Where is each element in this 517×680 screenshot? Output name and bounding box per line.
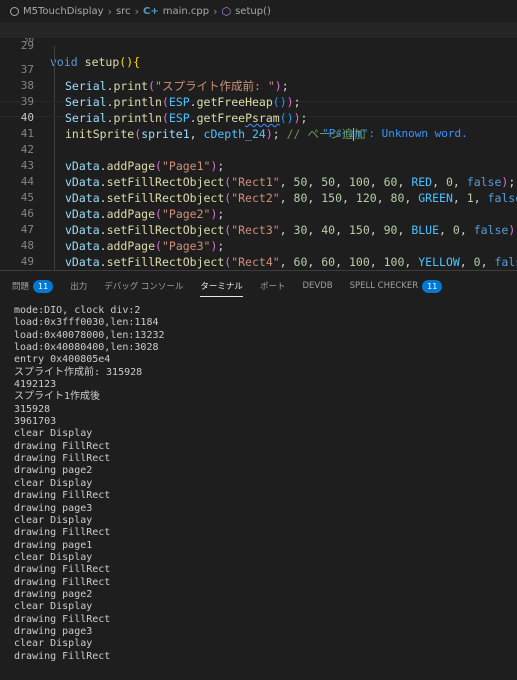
tab-label: ターミナル <box>200 282 243 292</box>
terminal-line: load:0x3fff0030,len:1184 <box>14 317 159 329</box>
terminal-line: drawing FillRect <box>14 650 111 662</box>
terminal-line: clear Display <box>14 477 93 489</box>
tab-devdb[interactable]: DEVDB <box>302 271 332 301</box>
tab-label: DEVDB <box>302 281 333 291</box>
terminal-line: entry 0x400805e4 <box>14 354 111 366</box>
terminal-line: drawing FillRect <box>14 564 111 576</box>
terminal-line: drawing FillRect <box>14 613 111 625</box>
terminal-line: clear Display <box>14 428 93 440</box>
breadcrumb: M5TouchDisplay › src › C+ main.cpp › ⬡ s… <box>0 0 517 22</box>
code-line-39[interactable]: 39 Serial.println(ESP.getFreePsram()); "… <box>0 78 517 140</box>
terminal-line: drawing page1 <box>14 539 93 551</box>
terminal-line: 4192123 <box>14 379 57 391</box>
breadcrumb-folder[interactable]: src <box>116 6 131 17</box>
tab-ports[interactable]: ポート <box>260 271 286 301</box>
terminal-line: drawing FillRect <box>14 440 111 452</box>
code-line-46[interactable]: 46 vData.setFillRectObject("Rect3", 30, … <box>0 190 517 237</box>
code-line-43[interactable]: 43 vData.setFillRectObject("Rect1", 50, … <box>0 142 517 189</box>
terminal-line: スプライト作成前: 315928 <box>14 366 143 378</box>
code-line-42[interactable]: 42 vData.addPage("Page1"); <box>0 126 517 173</box>
terminal-line: clear Display <box>14 601 93 613</box>
terminal-output[interactable]: mode:DIO, clock div:2 load:0x3fff0030,le… <box>14 305 509 663</box>
terminal-line: drawing FillRect <box>14 576 111 588</box>
terminal-line: drawing page3 <box>14 625 93 637</box>
tab-spell-checker[interactable]: SPELL CHECKER 11 <box>350 271 443 301</box>
tab-label: 問題 <box>12 282 30 292</box>
project-icon <box>10 6 19 16</box>
tab-label: デバッグ コンソール <box>104 282 184 292</box>
code-line-38[interactable]: 38 Serial.println(ESP.getFreeHeap()); <box>0 62 517 109</box>
count-badge: 11 <box>422 279 443 293</box>
panel-tabs: 問題 11 出力 デバッグ コンソール ターミナル ポート DEVDB SPEL… <box>0 271 517 301</box>
count-badge: 11 <box>33 279 54 293</box>
terminal-line: drawing page3 <box>14 502 93 514</box>
tab-output[interactable]: 出力 <box>70 271 87 301</box>
code-line-45[interactable]: 45 vData.addPage("Page2"); <box>0 174 517 221</box>
terminal-line: drawing FillRect <box>14 453 111 465</box>
chevron-right-icon: › <box>107 4 112 18</box>
method-icon: ⬡ <box>221 4 232 18</box>
terminal-line: drawing page2 <box>14 588 93 600</box>
tab-label: 出力 <box>70 282 88 292</box>
terminal-line: drawing page2 <box>14 465 93 477</box>
terminal-line: clear Display <box>14 551 93 563</box>
breadcrumb-project[interactable]: M5TouchDisplay <box>23 6 104 17</box>
chevron-right-icon: › <box>134 4 139 18</box>
line-number: 36 <box>23 38 34 45</box>
terminal-line: clear Display <box>14 638 93 650</box>
code-line-48[interactable]: 48 vData.setFillRectObject("Rect4", 60, … <box>0 222 517 269</box>
tab-problems[interactable]: 問題 11 <box>12 271 54 301</box>
tab-label: SPELL CHECKER <box>349 281 419 291</box>
terminal-line: load:0x40078000,len:13232 <box>14 329 165 341</box>
tab-debug-console[interactable]: デバッグ コンソール <box>104 271 183 301</box>
code-line-44[interactable]: 44 vData.setFillRectObject("Rect2", 80, … <box>0 158 517 205</box>
terminal-line: drawing FillRect <box>14 527 111 539</box>
code-line-50[interactable]: 50 vData.finalizeSetup(); <box>0 254 517 270</box>
tab-label: ポート <box>259 282 286 292</box>
code-editor[interactable]: 29 void setup(){ 36 37 Serial.print("スプラ… <box>0 22 517 270</box>
code-line-49[interactable]: 49 <box>0 238 517 268</box>
terminal-line: 3961703 <box>14 416 57 428</box>
chevron-right-icon: › <box>213 4 218 18</box>
sticky-scroll-line[interactable]: 29 void setup(){ <box>0 22 517 69</box>
tab-terminal[interactable]: ターミナル <box>200 271 243 301</box>
code-line-41[interactable]: 41 <box>0 110 517 140</box>
terminal-line: clear Display <box>14 514 93 526</box>
breadcrumb-symbol[interactable]: setup() <box>235 6 271 17</box>
terminal-line: load:0x40080400,len:3028 <box>14 342 159 354</box>
terminal-line: mode:DIO, clock div:2 <box>14 305 141 316</box>
code-line-47[interactable]: 47 vData.addPage("Page3"); <box>0 206 517 253</box>
terminal-line: drawing FillRect <box>14 490 111 502</box>
terminal-line: スプライト1作成後 <box>14 391 101 403</box>
terminal-line: 315928 <box>14 403 51 415</box>
code-line-40[interactable]: 40 initSprite(sprite1, cDepth_24); // ペー… <box>0 94 517 141</box>
partial-line: 36 <box>0 38 517 46</box>
breadcrumb-file[interactable]: main.cpp <box>163 6 209 17</box>
cpp-file-icon: C+ <box>142 5 159 17</box>
code-line-37[interactable]: 37 Serial.print("スプライト作成前: "); <box>0 46 517 93</box>
